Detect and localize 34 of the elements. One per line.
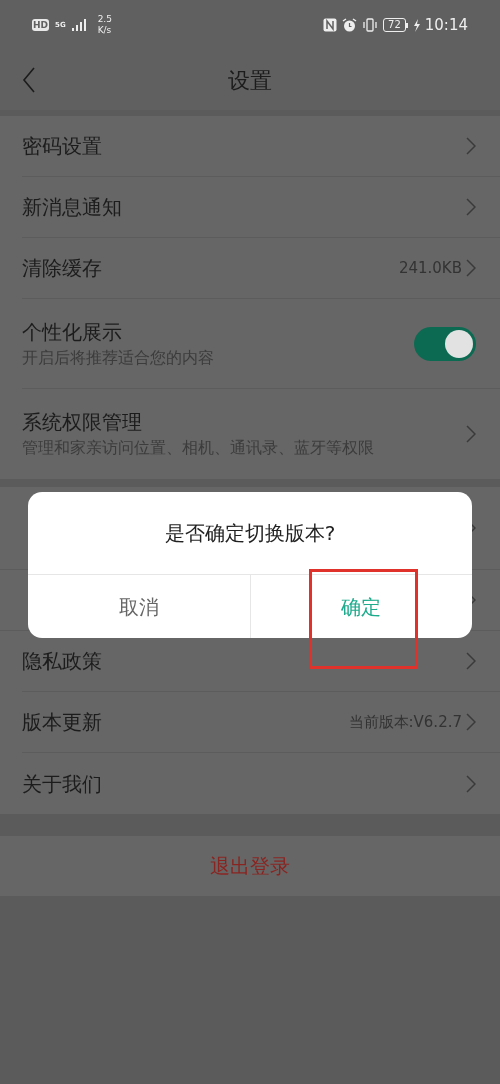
nfc-icon: [323, 18, 338, 32]
toggle-switch[interactable]: [414, 326, 476, 361]
row-label: 隐私政策: [22, 648, 103, 675]
back-icon[interactable]: [22, 67, 36, 93]
speed-value: 2.5: [97, 14, 112, 25]
cancel-button[interactable]: 取消: [28, 575, 251, 638]
signal-icon: [71, 19, 88, 31]
row-label: 关于我们: [22, 770, 103, 798]
page-title: 设置: [228, 66, 272, 95]
dialog-message: 是否确定切换版本?: [164, 520, 336, 547]
row-label: 版本更新: [22, 709, 103, 736]
row-label: 清除缓存: [22, 255, 103, 282]
row-label: 个性化展示: [22, 318, 123, 346]
clock-time: 10:14: [424, 14, 468, 36]
chevron-right-icon: [466, 259, 476, 277]
charging-icon: [412, 18, 420, 32]
hd-icon: HD: [32, 19, 49, 31]
chevron-right-icon: [466, 425, 476, 443]
chevron-right-icon: [466, 198, 476, 216]
settings-row[interactable]: 密码设置: [22, 116, 500, 177]
logout-button[interactable]: 退出登录: [210, 851, 290, 881]
row-label: 系统权限管理: [22, 409, 143, 436]
chevron-right-icon: [466, 713, 476, 731]
row-label: 新消息通知: [22, 194, 123, 221]
chevron-right-icon: [466, 652, 476, 670]
chevron-right-icon: [466, 774, 476, 793]
battery-indicator: 72: [383, 18, 408, 32]
vibrate-icon: [362, 18, 379, 32]
settings-row[interactable]: 关于我们: [22, 753, 500, 814]
row-label: 密码设置: [22, 133, 103, 160]
alarm-icon: [342, 17, 358, 33]
settings-row[interactable]: 新消息通知: [22, 177, 500, 238]
speed-unit: K/s: [97, 25, 112, 36]
chevron-right-icon: [466, 137, 476, 155]
